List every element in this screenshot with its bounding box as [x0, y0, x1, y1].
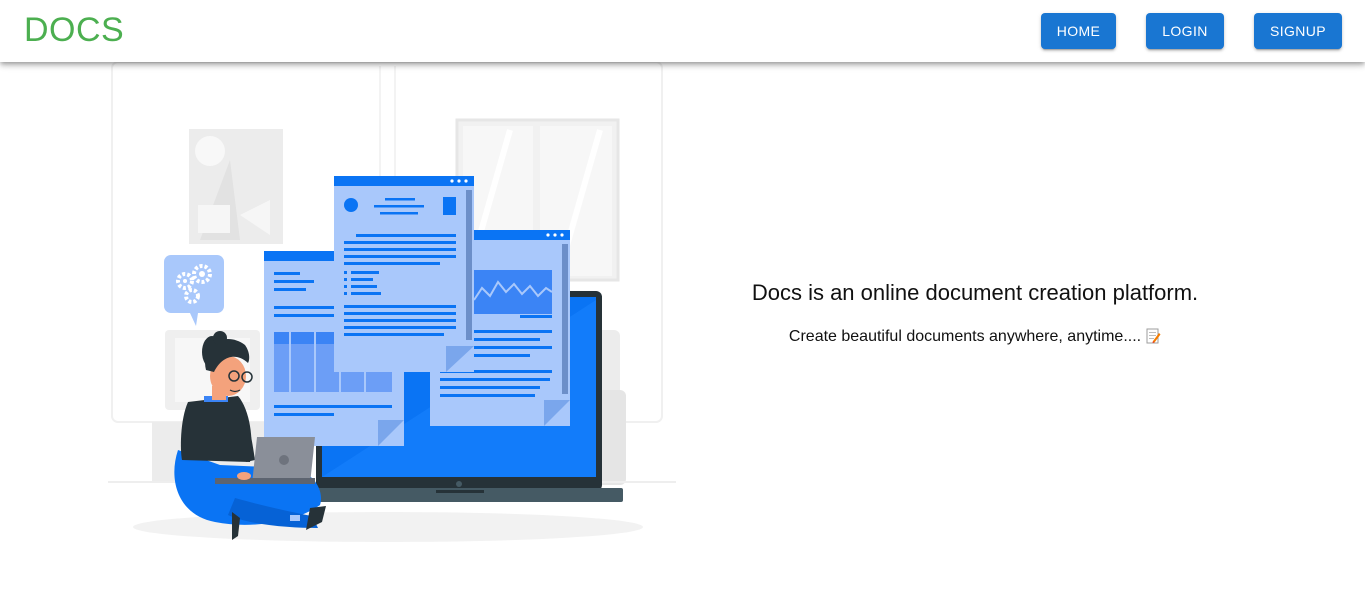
hero-illustration	[108, 62, 676, 542]
signup-button[interactable]: SIGNUP	[1254, 13, 1342, 49]
hero-tagline: Docs is an online document creation plat…	[751, 280, 1199, 305]
brand-logo[interactable]: DOCS	[24, 10, 124, 50]
memo-icon	[1145, 328, 1161, 350]
document-front	[334, 176, 474, 372]
hero-subtitle: Create beautiful documents anywhere, any…	[700, 327, 1250, 350]
app-bar: DOCS HOME LOGIN SIGNUP	[0, 0, 1365, 62]
hero-subtitle-text: Create beautiful documents anywhere, any…	[788, 328, 1142, 345]
home-button[interactable]: HOME	[1041, 13, 1116, 49]
login-button[interactable]: LOGIN	[1146, 13, 1224, 49]
